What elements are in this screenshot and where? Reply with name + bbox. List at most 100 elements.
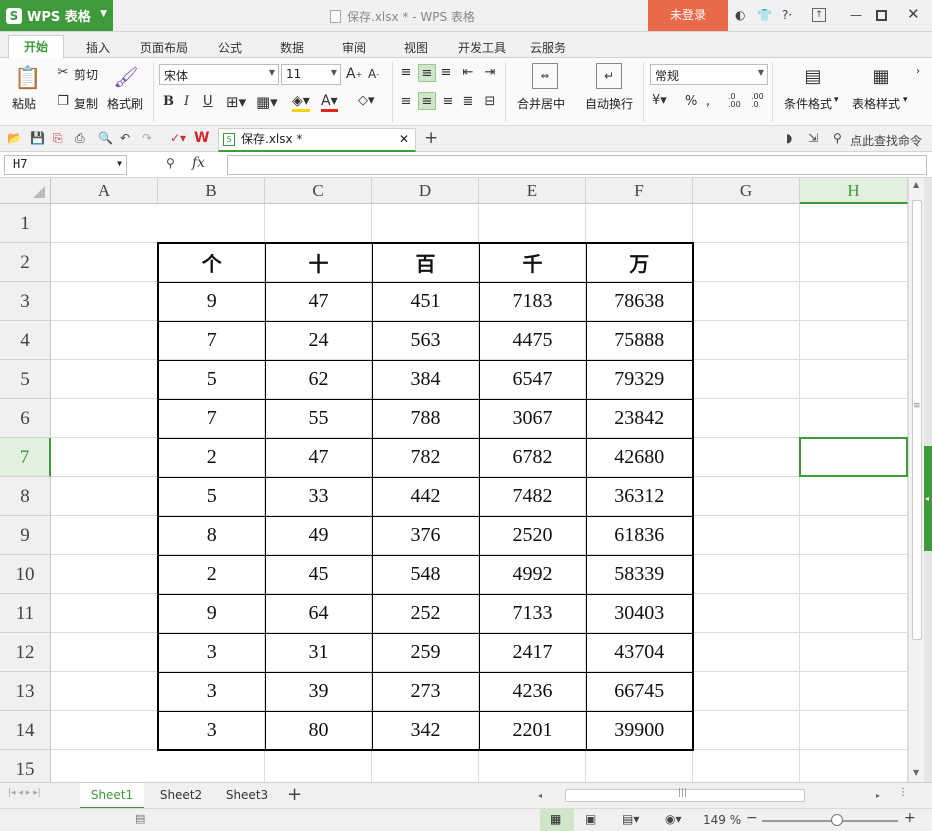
table-cell[interactable]: 2 (157, 554, 266, 595)
row-header-9[interactable]: 9 (0, 516, 51, 555)
table-cell[interactable]: 7183 (478, 281, 587, 322)
cut-button[interactable]: 剪切 (74, 66, 98, 83)
active-cell-selection[interactable] (799, 437, 908, 477)
table-cell[interactable]: 6547 (478, 359, 587, 400)
cell-style-icon[interactable]: ▦▾ (256, 93, 278, 111)
tab-developer[interactable]: 开发工具 (458, 39, 506, 56)
row-header-2[interactable]: 2 (0, 243, 51, 282)
align-top-icon[interactable]: ≡ (398, 64, 414, 80)
open-icon[interactable]: 📂 (7, 131, 22, 145)
spreadsheet-grid[interactable]: ABCDEFGH 1 2 3 4 5 6 7 8 9 10 11 12 13 14 15 个十百千万 9 47… (0, 178, 908, 782)
data-table[interactable]: 个十百千万 9 47 451 7183 78638 7 24 563 4475 75888 5 62 3… (157, 242, 694, 751)
split-icon[interactable]: ⋮ (898, 787, 908, 798)
percent-icon[interactable]: % (685, 94, 697, 109)
bold-icon[interactable]: B (163, 94, 174, 109)
reading-mode-icon[interactable]: ◉▾ (665, 812, 682, 826)
column-header-a[interactable]: A (51, 178, 158, 204)
maximize-icon[interactable] (876, 10, 887, 21)
first-sheet-icon[interactable]: |◂ ◂ ▸ ▸| (8, 788, 41, 798)
font-size-select[interactable]: 11 ▼ (281, 64, 341, 85)
app-menu-button[interactable]: S WPS 表格 ▼ (0, 0, 113, 31)
sheet-tab-3[interactable]: Sheet3 (216, 783, 278, 809)
table-cell[interactable]: 24 (264, 320, 373, 361)
table-cell[interactable]: 6782 (478, 437, 587, 478)
increase-indent-icon[interactable]: ⇥ (482, 64, 498, 80)
save-icon[interactable]: 💾 (30, 131, 45, 145)
table-cell[interactable]: 79329 (585, 359, 694, 400)
scroll-thumb[interactable]: ≡ (912, 200, 922, 640)
tab-review[interactable]: 审阅 (342, 39, 366, 56)
row-header-11[interactable]: 11 (0, 594, 51, 633)
fill-color-icon[interactable]: ◈▾ (292, 93, 310, 112)
increase-decimal-icon[interactable]: .0.00 (728, 93, 741, 109)
table-cell[interactable]: 2201 (478, 710, 587, 751)
table-cell[interactable]: 384 (371, 359, 480, 400)
table-cell[interactable]: 7482 (478, 476, 587, 517)
distributed-icon[interactable]: ⊟ (482, 93, 498, 109)
ribbon-more-icon[interactable]: › (916, 66, 920, 77)
format-painter-button[interactable]: 格式刷 (107, 95, 143, 112)
command-search[interactable]: 点此查找命令 (850, 132, 922, 149)
print-icon[interactable]: ⎙ (75, 131, 85, 146)
table-cell[interactable]: 78638 (585, 281, 694, 322)
customize-icon[interactable]: ✓▾ (170, 131, 186, 145)
table-cell[interactable]: 33 (264, 476, 373, 517)
tab-data[interactable]: 数据 (280, 39, 304, 56)
thousands-icon[interactable]: , (706, 94, 710, 109)
fx-icon[interactable]: fx (192, 155, 205, 171)
decrease-decimal-icon[interactable]: .00.0 (751, 93, 764, 109)
table-cell[interactable]: 788 (371, 398, 480, 439)
redo-icon[interactable]: ↷ (142, 131, 152, 145)
select-all-corner[interactable] (0, 178, 51, 204)
table-cell[interactable]: 451 (371, 281, 480, 322)
table-cell[interactable]: 55 (264, 398, 373, 439)
table-cell[interactable]: 376 (371, 515, 480, 556)
table-cell[interactable]: 5 (157, 476, 266, 517)
table-cell[interactable]: 39900 (585, 710, 694, 751)
zoom-slider-knob[interactable] (830, 814, 843, 826)
table-cell[interactable]: 2520 (478, 515, 587, 556)
column-header-g[interactable]: G (693, 178, 800, 204)
tab-home[interactable]: 开始 (8, 35, 64, 59)
table-cell[interactable]: 4236 (478, 671, 587, 712)
zoom-level[interactable]: 149 % (703, 813, 741, 827)
table-cell[interactable]: 548 (371, 554, 480, 595)
shirt-icon[interactable]: 👕 (757, 8, 772, 22)
tab-insert[interactable]: 插入 (86, 39, 110, 56)
search-icon[interactable]: ⚲ (833, 131, 842, 145)
export-pdf-icon[interactable]: ⎘ (53, 131, 63, 146)
table-cell[interactable]: 442 (371, 476, 480, 517)
increase-font-icon[interactable]: A + (346, 66, 362, 82)
zoom-in-icon[interactable]: + (904, 810, 916, 826)
close-tab-icon[interactable]: ✕ (399, 129, 409, 149)
conditional-format-button[interactable]: 条件格式 (784, 95, 832, 112)
table-cell[interactable]: 4475 (478, 320, 587, 361)
row-header-1[interactable]: 1 (0, 204, 51, 243)
paste-icon[interactable]: 📋 (14, 64, 42, 92)
scroll-down-icon[interactable]: ▼ (913, 768, 919, 777)
print-preview-icon[interactable]: 🔍 (98, 131, 113, 145)
hscroll-right-icon[interactable]: ▸ (876, 791, 880, 800)
hscroll-left-icon[interactable]: ◂ (538, 791, 550, 801)
zoom-out-icon[interactable]: − (746, 810, 758, 826)
zoom-slider[interactable] (762, 820, 898, 822)
row-header-14[interactable]: 14 (0, 711, 51, 750)
add-sheet-icon[interactable]: + (287, 784, 302, 805)
justify-icon[interactable]: ≣ (460, 93, 476, 109)
undo-icon[interactable]: ↶ (120, 131, 130, 145)
table-header-cell[interactable]: 万 (585, 242, 694, 283)
table-cell[interactable]: 64 (264, 593, 373, 634)
table-cell[interactable]: 3 (157, 632, 266, 673)
table-cell[interactable]: 39 (264, 671, 373, 712)
page-break-view-icon[interactable]: ▤▾ (622, 812, 639, 826)
table-cell[interactable]: 7 (157, 320, 266, 361)
row-header-4[interactable]: 4 (0, 321, 51, 360)
formula-input[interactable] (227, 155, 927, 175)
table-cell[interactable]: 3 (157, 710, 266, 751)
table-cell[interactable]: 5 (157, 359, 266, 400)
column-header-d[interactable]: D (372, 178, 479, 204)
column-header-f[interactable]: F (586, 178, 693, 204)
row-header-15[interactable]: 15 (0, 750, 51, 782)
column-header-c[interactable]: C (265, 178, 372, 204)
wrap-text-button[interactable]: 自动换行 (585, 95, 633, 112)
